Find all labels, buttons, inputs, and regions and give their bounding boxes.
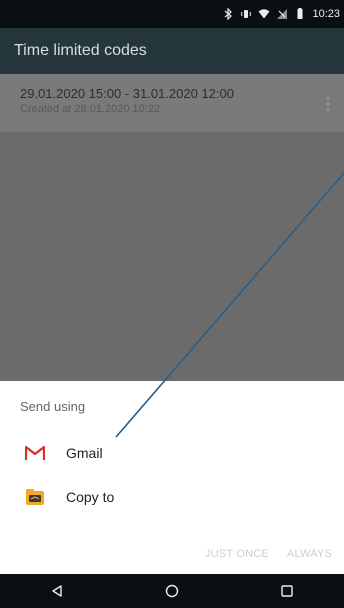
list-item[interactable]: 29.01.2020 15:00 - 31.01.2020 12:00 Crea… xyxy=(0,74,344,132)
overflow-menu-icon[interactable] xyxy=(324,94,332,114)
recents-icon[interactable] xyxy=(275,579,299,603)
no-signal-icon xyxy=(277,9,288,19)
home-icon[interactable] xyxy=(160,579,184,603)
status-bar: 10:23 xyxy=(0,0,344,28)
share-option-gmail[interactable]: Gmail xyxy=(0,434,344,472)
vibrate-icon xyxy=(241,10,252,18)
app-bar: Time limited codes xyxy=(0,28,344,74)
bluetooth-icon xyxy=(225,8,233,20)
share-option-label: Copy to xyxy=(66,489,115,505)
wifi-icon xyxy=(258,9,270,19)
share-option-copy-to[interactable]: Copy to xyxy=(0,478,344,516)
gmail-icon xyxy=(24,442,46,464)
share-option-label: Gmail xyxy=(66,445,103,461)
copy-to-icon xyxy=(24,486,46,508)
code-created-at: Created at 28.01.2020 10:22 xyxy=(20,103,161,115)
sheet-actions: JUST ONCE ALWAYS xyxy=(205,548,332,560)
sheet-header: Send using xyxy=(20,399,86,414)
just-once-button[interactable]: JUST ONCE xyxy=(205,548,269,560)
back-icon[interactable] xyxy=(45,579,69,603)
page-title: Time limited codes xyxy=(14,42,147,59)
navigation-bar xyxy=(0,574,344,608)
always-button[interactable]: ALWAYS xyxy=(287,548,332,560)
status-time: 10:23 xyxy=(312,8,340,20)
code-list: 29.01.2020 15:00 - 31.01.2020 12:00 Crea… xyxy=(0,74,344,381)
code-validity-range: 29.01.2020 15:00 - 31.01.2020 12:00 xyxy=(20,86,234,101)
share-bottom-sheet: Send using Gmail Copy to JUST ONCE ALWAY… xyxy=(0,381,344,574)
battery-icon xyxy=(297,8,303,19)
android-screen: 10:23 Time limited codes 29.01.2020 15:0… xyxy=(0,0,344,608)
